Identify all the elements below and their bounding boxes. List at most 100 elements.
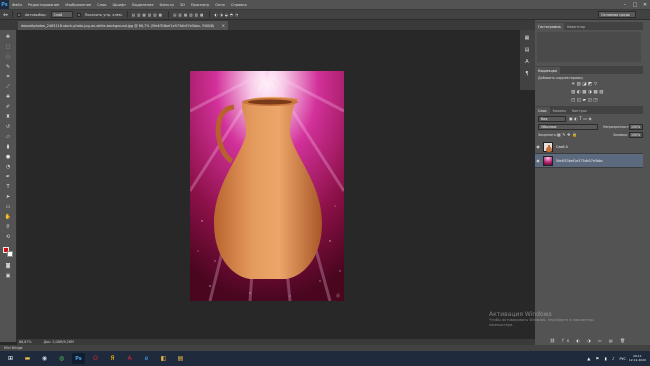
tab-histogram[interactable]: Гистограмма xyxy=(535,23,564,30)
adjustment-icons-row1[interactable]: ☀▥◪◩▽ xyxy=(571,82,599,87)
separator xyxy=(209,11,211,18)
menu-item[interactable]: Фильтр xyxy=(157,3,177,7)
close-tab-button[interactable]: × xyxy=(222,23,225,28)
lock-icons[interactable]: ▦✎✥🔒 xyxy=(557,132,578,137)
tab-adjustments[interactable]: Коррекция xyxy=(535,67,560,74)
move-tool-icon[interactable]: ✥ xyxy=(3,33,13,40)
watermark-mark: ⓓ xyxy=(336,292,340,298)
yandex-icon[interactable]: Я xyxy=(106,353,119,364)
minimize-button[interactable]: – xyxy=(620,0,630,9)
clone-stamp-icon[interactable]: ♜ xyxy=(3,113,13,120)
properties-panel-icon[interactable]: ▤ xyxy=(523,46,531,54)
separator xyxy=(11,11,13,18)
rotate-view-icon[interactable]: ⟲ xyxy=(3,233,13,240)
menu-item[interactable]: 3D xyxy=(177,3,188,7)
tab-channels[interactable]: Каналы xyxy=(550,107,569,114)
move-tool-icon[interactable]: ✥▾ xyxy=(3,13,8,17)
visibility-eye-icon[interactable]: ◉ xyxy=(535,144,541,149)
tab-navigator[interactable]: Навигатор xyxy=(564,23,588,30)
mini-bridge-label: Mini Bridge xyxy=(4,346,23,350)
menu-item[interactable]: Изображение xyxy=(62,3,94,7)
opacity-input[interactable]: 100% xyxy=(629,124,643,130)
blend-mode-select[interactable]: Обычные xyxy=(538,124,598,130)
gradient-tool-icon[interactable]: ▮ xyxy=(3,143,13,150)
eraser-tool-icon[interactable]: ▱ xyxy=(3,133,13,140)
zoom-level[interactable]: 66,67% xyxy=(19,340,32,344)
crop-tool-icon[interactable]: ⌗ xyxy=(3,73,13,80)
path-select-icon[interactable]: ➤ xyxy=(3,193,13,200)
hand-tool-icon[interactable]: ✋ xyxy=(3,213,13,220)
menu-item[interactable]: Справка xyxy=(228,3,250,7)
fill-input[interactable]: 100% xyxy=(629,132,643,138)
acrobat-icon[interactable]: A xyxy=(123,353,136,364)
lasso-tool-icon[interactable]: ◌ xyxy=(3,53,13,60)
photoshop-logo: Ps xyxy=(0,0,9,9)
folder-icon[interactable]: ▬ xyxy=(21,353,34,364)
adjustment-icons-row2[interactable]: ▧◐▦◑▩▨ xyxy=(571,90,605,95)
paragraph-panel-icon[interactable]: ¶ xyxy=(523,70,531,78)
adjustment-icons-row3[interactable]: ◰◱▰◲◳ xyxy=(571,98,599,103)
layer-filter-icons[interactable]: ▣◐T▭◈ xyxy=(569,116,593,121)
quick-mask-icon[interactable]: ◙ xyxy=(3,262,13,269)
character-panel-icon[interactable]: A xyxy=(523,58,531,66)
activation-line-2: компьютера. xyxy=(489,322,514,327)
menu-item[interactable]: Редактирование xyxy=(25,3,62,7)
align-icons[interactable]: ▤▥▦▧▨▩ xyxy=(132,13,164,17)
close-button[interactable]: ✕ xyxy=(640,0,650,9)
clock[interactable]: 20:11 12.11.2020 xyxy=(629,354,646,362)
layers-list: ◉ Слой 0 ◉ 5fe4f53bef1e573db57e5bbc xyxy=(535,140,643,168)
menu-item[interactable]: Окно xyxy=(212,3,228,7)
image-viewer-icon[interactable]: ◧ xyxy=(157,353,170,364)
background-color-swatch[interactable] xyxy=(7,251,13,257)
workspace-select[interactable]: Основная среда xyxy=(598,11,636,18)
document-image[interactable]: ⓓ xyxy=(190,71,344,301)
start-button[interactable]: ⊞ xyxy=(4,353,17,364)
histogram-panel-tabs: Гистограмма Навигатор xyxy=(535,22,643,30)
menu-item[interactable]: Файл xyxy=(9,3,25,7)
autoselect-label: Автовыбор: xyxy=(24,12,47,17)
dodge-tool-icon[interactable]: ◔ xyxy=(3,163,13,170)
eyedropper-tool-icon[interactable]: ⟋ xyxy=(3,83,13,90)
explorer-icon[interactable]: ▤ xyxy=(174,353,187,364)
zoom-tool-icon[interactable]: ⚲ xyxy=(3,223,13,230)
language-indicator[interactable]: РУС xyxy=(620,357,626,361)
ie-icon[interactable]: e xyxy=(140,353,153,364)
layers-footer-icons[interactable]: ⛓ fx ◐ ◑ ▭ ▤ 🗑 xyxy=(535,338,643,344)
type-tool-icon[interactable]: T xyxy=(3,183,13,190)
shape-tool-icon[interactable]: ▭ xyxy=(3,203,13,210)
menu-item[interactable]: Шрифт xyxy=(110,3,130,7)
history-brush-icon[interactable]: ↺ xyxy=(3,123,13,130)
marquee-tool-icon[interactable]: ⬚ xyxy=(3,43,13,50)
healing-brush-icon[interactable]: ✚ xyxy=(3,93,13,100)
layer-kind-filter[interactable]: Вид xyxy=(538,116,566,122)
visibility-eye-icon[interactable]: ◉ xyxy=(535,158,541,163)
blur-tool-icon[interactable]: ● xyxy=(3,153,13,160)
distribute-icons[interactable]: ▤▥▦▧▨▩ xyxy=(173,13,205,17)
blend-mode-value: Обычные xyxy=(541,125,557,129)
layer-row[interactable]: ◉ Слой 0 xyxy=(535,140,643,154)
tray-icons[interactable]: ▲ ⚑ ▮ ♪ xyxy=(587,356,616,361)
menu-item[interactable]: Слои xyxy=(94,3,109,7)
show-transform-checkbox[interactable] xyxy=(76,12,81,17)
history-panel-icon[interactable]: ▦ xyxy=(523,34,531,42)
brush-tool-icon[interactable]: ✐ xyxy=(3,103,13,110)
document-tab[interactable]: depositphotos_2465118-stock-photo-jug-on… xyxy=(18,21,228,30)
menu-item[interactable]: Выделение xyxy=(129,3,156,7)
menu-item[interactable]: Просмотр xyxy=(188,3,212,7)
chrome-icon[interactable]: ◍ xyxy=(55,353,68,364)
photoshop-icon[interactable]: Ps xyxy=(72,353,85,364)
panel-icon-strip: ▦ ▤ A ¶ xyxy=(520,30,535,90)
tab-paths[interactable]: Контуры xyxy=(569,107,590,114)
maximize-button[interactable]: □ xyxy=(630,0,640,9)
steam-icon[interactable]: ◉ xyxy=(38,353,51,364)
quick-select-tool-icon[interactable]: ✎ xyxy=(3,63,13,70)
autoselect-checkbox[interactable] xyxy=(16,12,21,17)
jug-artwork: ⓓ xyxy=(190,71,344,301)
tab-layers[interactable]: Слои xyxy=(535,107,550,114)
pen-tool-icon[interactable]: ✒ xyxy=(3,173,13,180)
layer-row[interactable]: ◉ 5fe4f53bef1e573db57e5bbc xyxy=(535,154,643,168)
screen-mode-icon[interactable]: ▣ xyxy=(3,272,13,279)
autoselect-select[interactable]: Слой xyxy=(50,11,73,18)
3d-mode-icons[interactable]: ◐◑◒◓◔ xyxy=(214,13,240,17)
opera-icon[interactable]: O xyxy=(89,353,102,364)
